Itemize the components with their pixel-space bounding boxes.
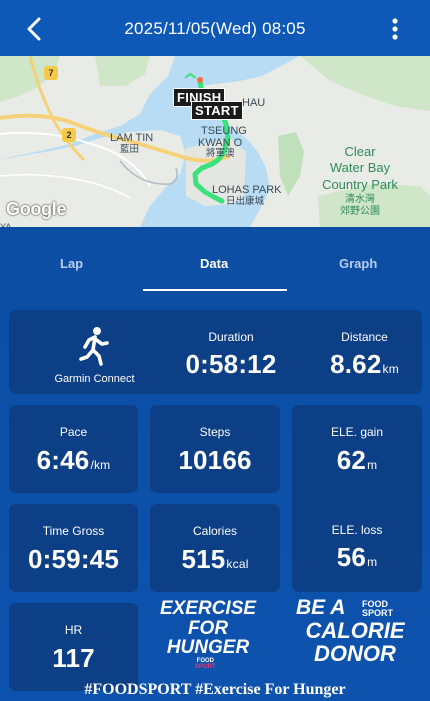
calories-unit: kcal [226,557,249,571]
hashtag-footer: #FOODSPORT #Exercise For Hunger [84,681,346,698]
distance-number: 8.62 [330,349,382,379]
tab-data[interactable]: Data [200,256,228,271]
promo-left-line3: HUNGER [166,637,250,658]
steps-value: 10166 [178,445,252,475]
tab-graph[interactable]: Graph [339,256,377,271]
steps-card: Steps 10166 [150,405,280,493]
ele-loss-unit: m [367,555,378,569]
promo-left-line2: FOR [187,618,229,639]
ele-gain-unit: m [367,458,378,472]
ele-loss-value: 56m [292,542,422,573]
pace-card: Pace 6:46/km [9,405,138,493]
more-options-icon[interactable] [390,18,400,40]
activity-datetime-title: 2025/11/05(Wed) 08:05 [124,19,306,38]
hr-value: 117 [52,643,95,673]
calories-card: Calories 515kcal [150,504,280,592]
foodsport-logo: FOOD SPORT [362,599,394,618]
exercise-for-hunger-banner[interactable]: EXERCISE FOR HUNGER FOOD SPORT [150,598,266,672]
top-bar: 2025/11/05(Wed) 08:05 [0,0,430,56]
map-label-lohas-park: LOHAS PARK [212,184,282,196]
google-map-logo: Google [6,199,67,219]
promo-left-line1: EXERCISE [159,598,257,619]
steps-label: Steps [199,425,231,439]
pace-unit: /km [90,458,111,472]
road-2-badge: 2 [62,128,76,142]
pace-label: Pace [59,425,88,439]
ele-gain-value: 62m [292,445,422,476]
road-7-badge: 7 [44,66,58,80]
map-label-lam-tin: LAM TIN [110,132,154,144]
duration-value: 0:58:12 [185,349,277,379]
calorie-donor-banner[interactable]: BE A FOOD SPORT CALORIE DONOR [292,596,422,670]
hr-label: HR [64,623,83,637]
map-label-park-line1: Clear [344,144,376,159]
map-label-park-line2: Water Bay [329,160,391,175]
pace-number: 6:46 [36,445,90,475]
ele-card: ELE. gain 62m ELE. loss 56m [292,405,422,592]
time-gross-card: Time Gross 0:59:45 [9,504,138,592]
promo-right-line2: CALORIE [305,618,405,643]
distance-label: Distance [341,330,388,344]
promo-right-line1: BE A [296,596,346,619]
distance-value: 8.62km [301,349,428,380]
ele-loss-label: ELE. loss [331,523,383,537]
distance-unit: km [382,362,399,376]
map-label-tseung-kwan-o: TSEUNG [201,125,247,137]
calories-number: 515 [181,544,226,574]
ele-loss-number: 56 [336,542,367,572]
map-label-lohas-park-cjk: 日出康城 [226,196,265,207]
duration-label: Duration [208,330,254,344]
ele-gain-number: 62 [336,445,367,475]
map-label-hau: HAU [242,97,266,109]
source-label: Garmin Connect [54,373,135,385]
calories-value: 515kcal [150,544,280,575]
time-gross-value: 0:59:45 [27,544,120,574]
hr-card: HR 117 [9,603,138,691]
detail-tabs: Lap Data Graph [0,227,430,291]
ele-gain-label: ELE. gain [330,425,384,439]
foodsport-logo-small: FOOD SPORT [195,658,216,670]
start-marker: START [191,101,243,120]
map-label-lam-tin-cjk: 藍田 [120,144,140,155]
map-label-park-line3: Country Park [322,177,398,192]
route-map[interactable]: 7 2 LAM TIN 藍田 HAU TSEUNG KWAN O 將軍澳 LOH… [0,56,430,227]
calories-label: Calories [192,524,237,538]
runner-icon [79,327,109,366]
map-label-park-cjk1: 清水灣 [345,194,375,205]
time-gross-label: Time Gross [42,524,105,538]
map-label-tseung-kwan-o-cjk: 將軍澳 [206,148,235,159]
active-tab-indicator [143,289,287,291]
summary-card: Garmin Connect Duration 0:58:12 Distance… [9,310,422,394]
promo-right-line3: DONOR [314,641,396,666]
map-label-park-cjk2: 郊野公園 [340,206,380,217]
tab-lap[interactable]: Lap [60,256,83,271]
pace-value: 6:46/km [9,445,138,476]
